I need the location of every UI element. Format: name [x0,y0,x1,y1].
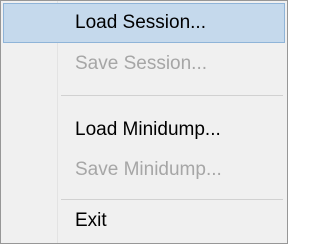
menu-item-label: Exit [75,210,107,231]
menu-item-label: Load Minidump... [75,119,221,140]
menu-item-label: Load Session... [75,12,206,33]
context-menu: Load Session... Save Session... Load Min… [0,0,288,244]
menu-separator [61,199,283,200]
menu-item-save-session[interactable]: Save Session... [3,44,285,84]
menu-item-label: Save Minidump... [75,159,222,180]
menu-separator [61,95,283,96]
menu-item-load-minidump[interactable]: Load Minidump... [3,110,285,150]
menu-item-exit[interactable]: Exit [3,201,285,241]
menu-item-label: Save Session... [75,53,208,74]
menu-item-save-minidump[interactable]: Save Minidump... [3,150,285,190]
menu-item-load-session[interactable]: Load Session... [3,3,285,43]
